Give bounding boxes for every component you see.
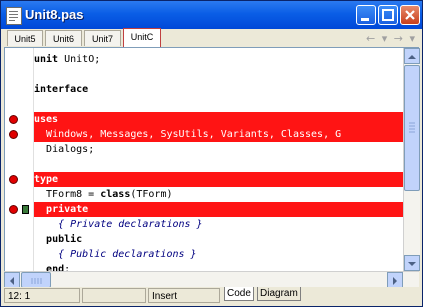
tab-unit8[interactable]: UnitC	[123, 28, 161, 47]
scroll-down-button[interactable]	[404, 255, 420, 271]
unit-tab-bar: Unit5 Unit6 Unit7 UnitC ← ▾ → ▾	[4, 28, 419, 48]
forward-arrow-icon[interactable]: →	[394, 32, 403, 45]
grip-icon	[31, 278, 42, 284]
maximize-icon	[382, 9, 394, 21]
code-line[interactable]	[34, 97, 404, 112]
tab-diagram[interactable]: Diagram	[257, 287, 301, 301]
code-line[interactable]: interface	[34, 82, 404, 97]
tab-code[interactable]: Code	[224, 287, 254, 301]
tab-unit6[interactable]: Unit6	[45, 30, 82, 46]
code-line[interactable]: public	[34, 232, 404, 247]
code-line[interactable]: Dialogs;	[34, 142, 404, 157]
code-line[interactable]: unit UnitO;	[34, 52, 404, 67]
modified-indicator	[82, 288, 146, 303]
breakpoint-icon[interactable]	[9, 175, 18, 184]
code-line[interactable]: type	[34, 172, 404, 187]
minimize-button[interactable]	[356, 5, 376, 25]
close-icon	[405, 10, 415, 20]
close-button[interactable]	[400, 5, 420, 25]
arrow-up-icon	[408, 55, 416, 59]
vertical-scrollbar[interactable]	[403, 48, 420, 271]
code-line[interactable]: { Public declarations }	[34, 247, 404, 262]
code-line[interactable]	[34, 67, 404, 82]
dropdown-icon[interactable]: ▾	[409, 32, 415, 45]
code-editor[interactable]: unit UnitO; interface uses Windows, Messag…	[4, 48, 404, 271]
code-line[interactable]: private	[34, 202, 404, 217]
horizontal-scroll-thumb[interactable]	[21, 272, 51, 288]
maximize-button[interactable]	[378, 5, 398, 25]
title-bar[interactable]: Unit8.pas	[1, 1, 422, 29]
breakpoint-icon[interactable]	[9, 130, 18, 139]
grip-icon	[409, 122, 415, 133]
code-line[interactable]	[34, 157, 404, 172]
arrow-left-icon	[10, 277, 14, 285]
editor-gutter[interactable]	[5, 48, 34, 271]
horizontal-scrollbar[interactable]	[4, 271, 419, 288]
code-line[interactable]: Windows, Messages, SysUtils, Variants, C…	[34, 127, 404, 142]
breakpoint-icon[interactable]	[9, 115, 18, 124]
tab-unit7[interactable]: Unit7	[84, 30, 121, 46]
code-line[interactable]: uses	[34, 112, 404, 127]
arrow-down-icon	[408, 262, 416, 266]
window-title: Unit8.pas	[25, 7, 84, 22]
status-bar: 12: 1 Insert Code Diagram	[4, 287, 419, 304]
breakpoint-icon[interactable]	[9, 205, 18, 214]
insert-mode: Insert	[148, 288, 220, 303]
editor-window: Unit8.pas Unit5 Unit6 Unit7 UnitC ← ▾ → …	[0, 0, 423, 307]
minimize-icon	[361, 18, 369, 21]
code-line[interactable]: end;	[34, 262, 404, 271]
cursor-position: 12: 1	[4, 288, 80, 303]
execution-point-icon	[22, 205, 29, 214]
back-arrow-icon[interactable]: ←	[366, 32, 375, 45]
scroll-left-button[interactable]	[4, 272, 20, 288]
arrow-right-icon	[393, 277, 397, 285]
scroll-right-button[interactable]	[387, 272, 403, 288]
tab-unit5[interactable]: Unit5	[7, 30, 43, 46]
dropdown-icon[interactable]: ▾	[382, 32, 388, 45]
navigation-arrows: ← ▾ → ▾	[363, 32, 415, 45]
vertical-scroll-thumb[interactable]	[404, 65, 420, 191]
code-line[interactable]: TForm8 = class(TForm)	[34, 187, 404, 202]
code-line[interactable]: { Private declarations }	[34, 217, 404, 232]
scroll-up-button[interactable]	[404, 48, 420, 64]
document-icon	[6, 7, 22, 25]
